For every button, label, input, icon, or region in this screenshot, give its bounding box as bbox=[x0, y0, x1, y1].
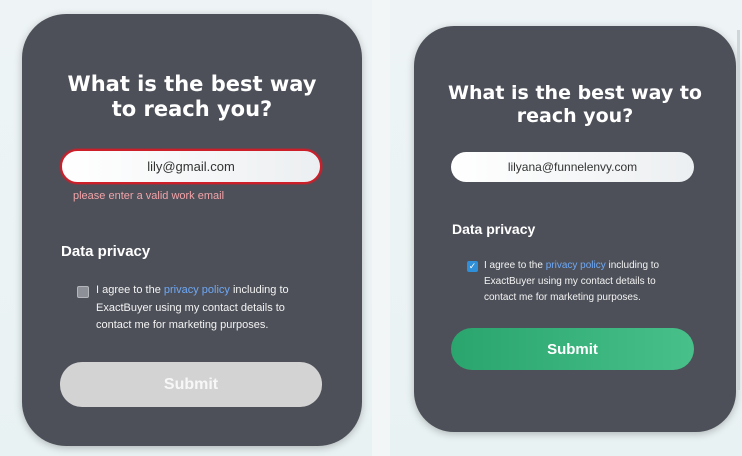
privacy-policy-link[interactable]: privacy policy bbox=[164, 284, 230, 296]
scrollbar[interactable] bbox=[737, 30, 740, 390]
privacy-consent-text: I agree to the privacy policy including … bbox=[484, 258, 680, 306]
privacy-policy-link[interactable]: privacy policy bbox=[546, 260, 606, 271]
form-title: What is the best way to reach you? bbox=[448, 82, 702, 127]
contact-form-card-invalid: What is the best way to reach you? lily@… bbox=[22, 14, 362, 446]
privacy-consent-checkbox[interactable] bbox=[77, 286, 89, 298]
form-title: What is the best way to reach you? bbox=[67, 72, 317, 122]
email-error-message: please enter a valid work email bbox=[73, 190, 225, 202]
submit-button[interactable]: Submit bbox=[60, 362, 322, 407]
consent-prefix: I agree to the bbox=[484, 260, 546, 271]
checkmark-icon: ✓ bbox=[468, 261, 477, 271]
consent-prefix: I agree to the bbox=[96, 284, 164, 296]
submit-button[interactable]: Submit bbox=[451, 328, 694, 370]
email-field[interactable]: lilyana@funnelenvy.com bbox=[451, 152, 694, 182]
privacy-consent-text: I agree to the privacy policy including … bbox=[96, 282, 316, 335]
privacy-consent-checkbox[interactable]: ✓ bbox=[467, 261, 478, 272]
data-privacy-heading: Data privacy bbox=[452, 221, 536, 237]
email-field[interactable]: lily@gmail.com bbox=[60, 149, 322, 184]
data-privacy-heading: Data privacy bbox=[61, 243, 151, 260]
contact-form-card-valid: What is the best way to reach you? lilya… bbox=[414, 26, 736, 432]
